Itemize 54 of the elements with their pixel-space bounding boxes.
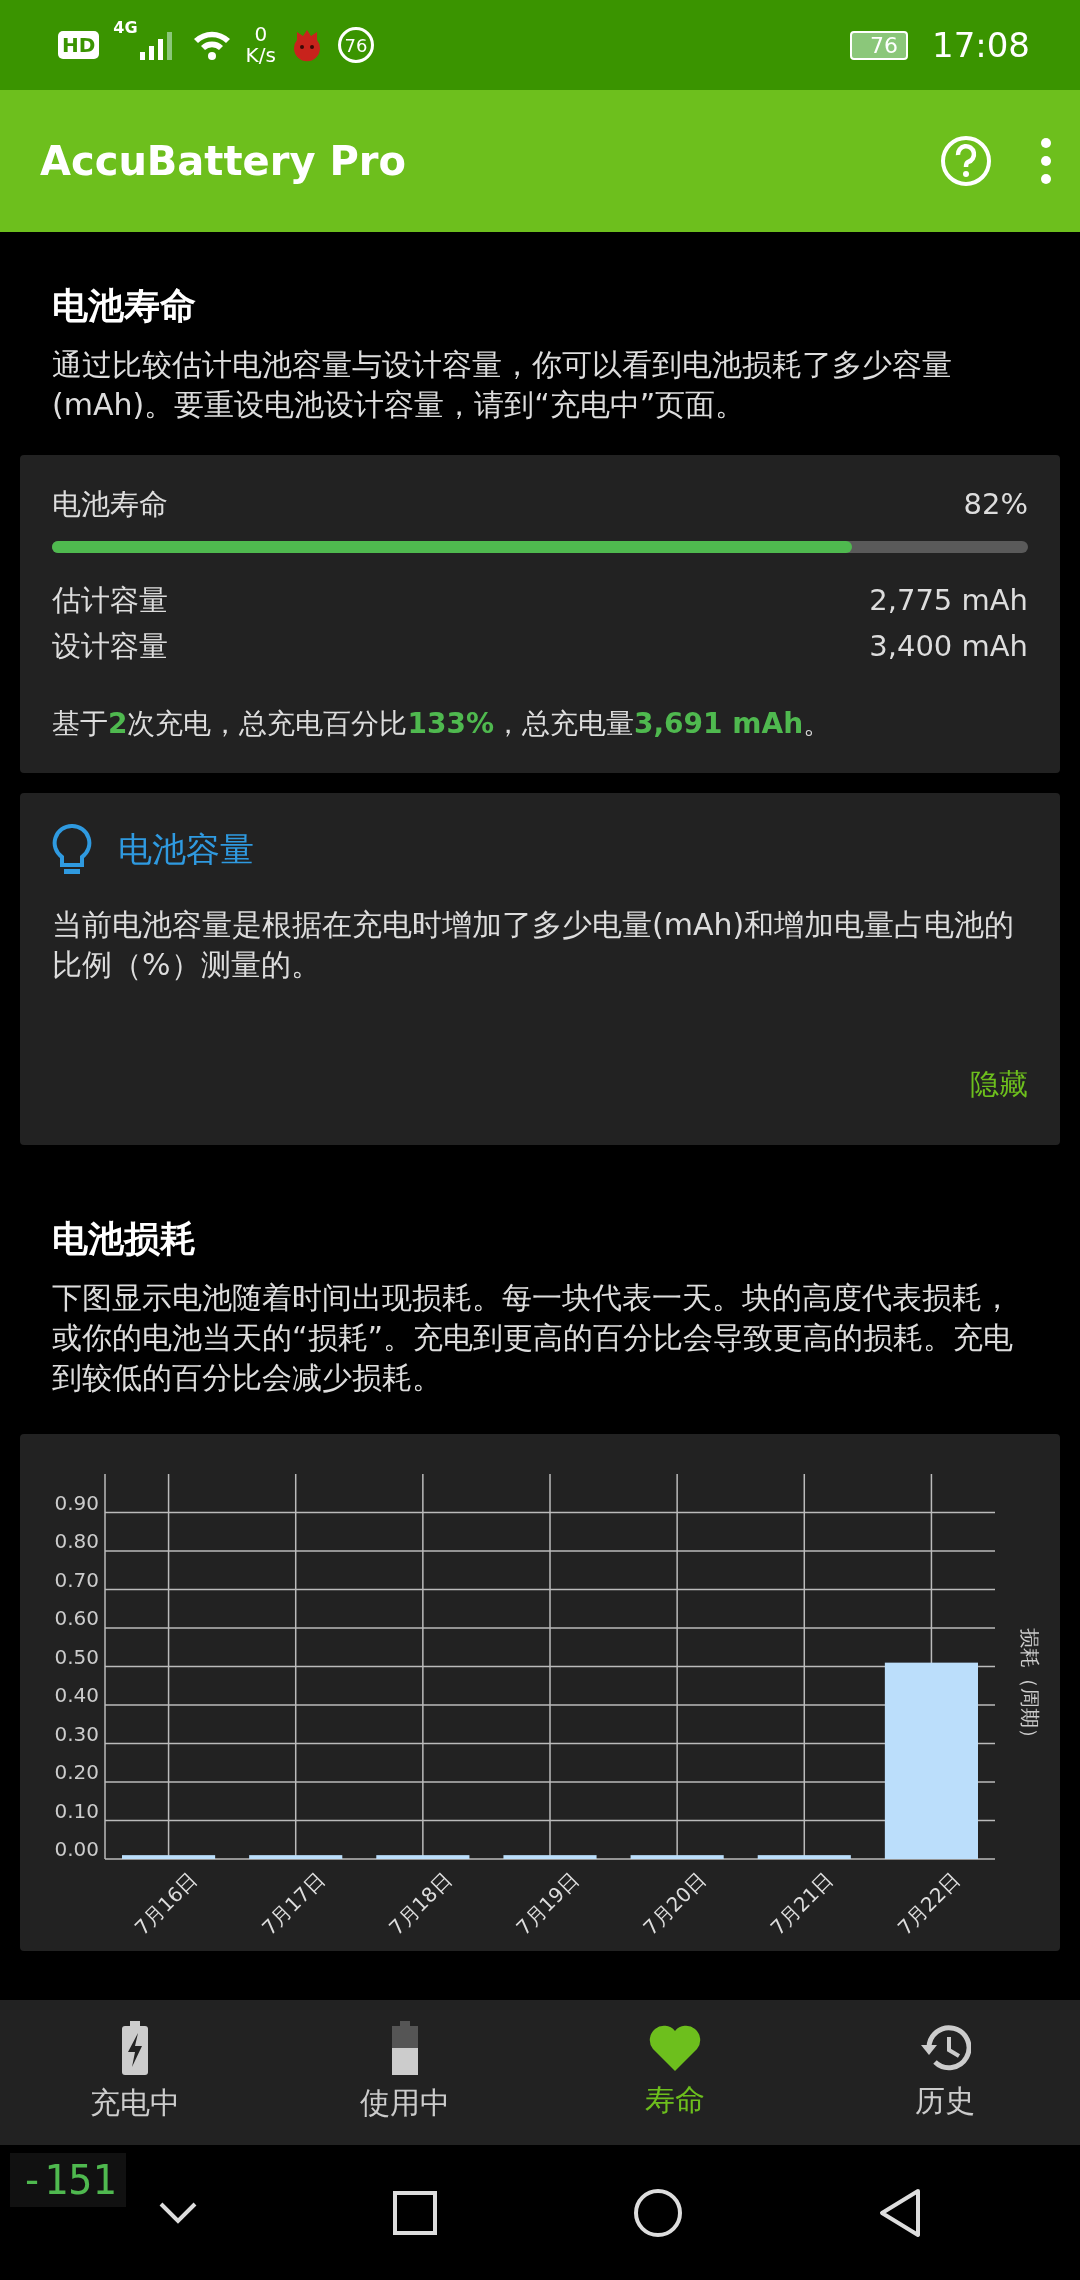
tip-title: 电池容量 [118, 828, 254, 871]
battery-icon [390, 2021, 420, 2075]
back-icon[interactable] [878, 2187, 923, 2238]
overlay-counter: -151 [10, 2153, 127, 2207]
capacity-label: 估计容量 [52, 582, 168, 619]
x-tick-label: 7月19日 [511, 1867, 584, 1940]
y-tick-label: 0.30 [54, 1721, 99, 1746]
section-title: 电池损耗 [52, 1217, 197, 1261]
nav-tab[interactable]: 使用中 [270, 2000, 540, 2145]
capacity-label: 设计容量 [52, 628, 168, 665]
home-icon[interactable] [632, 2187, 683, 2238]
y-axis-label: 损耗（周期） [1018, 1628, 1042, 1748]
hd-icon: HD [58, 31, 100, 59]
x-tick-label: 7月17日 [257, 1867, 330, 1940]
network-type: 4G [113, 18, 138, 37]
x-tick-label: 7月20日 [638, 1867, 711, 1940]
app-title: AccuBattery Pro [40, 138, 407, 184]
x-tick-label: 7月16日 [129, 1867, 203, 1940]
history-icon [919, 2023, 971, 2073]
y-tick-label: 0.00 [54, 1837, 99, 1861]
description: 下图显示电池随着时间出现损耗。每一块代表一天。块的高度代表损耗，或你的电池当天的“损耗”。充电到更高的百分比会导致更高的损耗。充电到较低的百分比会减少损耗。 [52, 1279, 1015, 1397]
charge-summary: 基于2次充电，总充电百分比133%，总充电量3,691 mAh。 [52, 706, 833, 742]
y-tick-label: 0.70 [54, 1567, 99, 1592]
lightbulb-icon [52, 823, 92, 877]
health-value: 82% [963, 486, 1028, 523]
capacity-value: 3,400 mAh [869, 628, 1028, 665]
y-tick-label: 0.40 [54, 1683, 99, 1707]
hide-link[interactable]: 隐藏 [970, 1065, 1028, 1105]
capacity-value: 2,775 mAh [869, 582, 1028, 619]
tip-text: 当前电池容量是根据在充电时增加了多少电量(mAh)和增加电量占电池的比例（%）测量的。 [52, 906, 1016, 984]
y-tick-label: 0.90 [54, 1490, 99, 1515]
x-tick-label: 7月21日 [765, 1867, 838, 1940]
health-label: 电池寿命 [52, 486, 168, 523]
y-tick-label: 0.20 [54, 1760, 99, 1784]
chevron-down-icon[interactable] [157, 2200, 198, 2225]
battery-charging-icon [120, 2021, 150, 2075]
nav-tab[interactable]: 寿命 [540, 2000, 810, 2145]
heart-icon [648, 2024, 702, 2072]
x-tick-label: 7月18日 [384, 1867, 457, 1940]
nav-tab[interactable]: 充电中 [0, 2000, 270, 2145]
y-tick-label: 0.10 [54, 1798, 99, 1823]
battery-indicator: 76 [850, 30, 908, 60]
description: 通过比较估计电池容量与设计容量，你可以看到电池损耗了多少容量(mAh)。要重设电池设计容量，请到“充电中”页面。 [52, 346, 953, 424]
y-tick-label: 0.60 [54, 1606, 99, 1630]
x-tick-label: 7月22日 [892, 1867, 965, 1940]
y-tick-label: 0.50 [54, 1644, 99, 1669]
nav-tab[interactable]: 历史 [810, 2000, 1080, 2145]
speed-unit: K/s [245, 45, 276, 66]
clock: 17:08 [932, 25, 1030, 65]
recents-icon[interactable] [393, 2190, 438, 2235]
badge-counter: 76 [337, 27, 374, 63]
y-tick-label: 0.80 [54, 1529, 99, 1553]
speed-value: 0 [254, 24, 268, 45]
section-title: 电池寿命 [52, 284, 197, 328]
